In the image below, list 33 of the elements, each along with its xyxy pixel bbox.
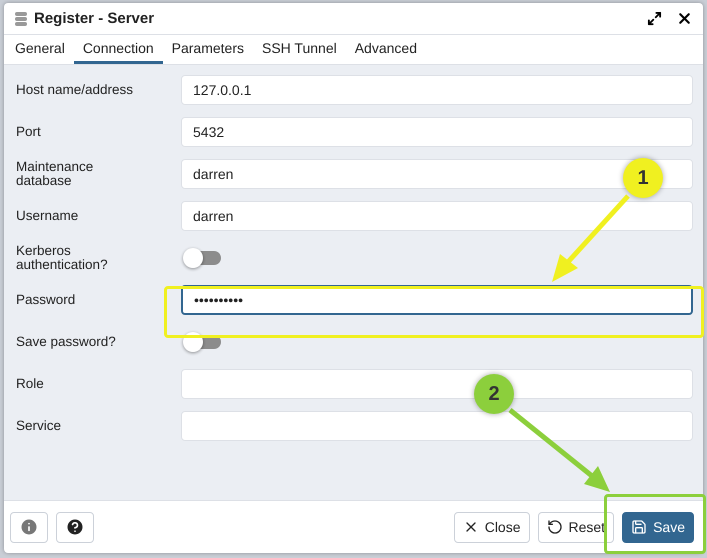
input-field[interactable]: darren [181,201,693,231]
input-field[interactable]: •••••••••• [181,285,693,315]
close-button[interactable]: Close [454,512,530,542]
field-label: Service [16,419,62,433]
tab[interactable]: General [6,35,74,64]
field-label: Role [16,377,45,391]
close-icon[interactable] [676,10,693,27]
field-label: Host name/address [16,83,134,97]
help-button[interactable] [56,512,94,542]
maximize-icon[interactable] [647,11,662,26]
reset-icon [546,519,562,535]
field-label: Kerberos authentication? [16,244,109,272]
info-button[interactable] [10,512,48,542]
input-field[interactable]: 5432 [181,117,693,147]
input-field[interactable]: 127.0.0.1 [181,75,693,105]
tab[interactable]: SSH Tunnel [253,35,346,64]
field-label: Port [16,125,42,139]
toggle-switch[interactable] [185,251,221,265]
window-title: Register - Server [34,10,156,27]
input-field[interactable] [181,369,693,399]
input-field[interactable] [181,411,693,441]
tab[interactable]: Parameters [162,35,253,64]
save-button[interactable]: Save [622,512,694,542]
tab[interactable]: Advanced [346,35,426,64]
field-label: Save password? [16,335,117,349]
reset-button[interactable]: Reset [538,512,614,542]
field-label: Maintenance database [16,160,94,188]
field-label: Username [16,209,80,223]
info-icon [19,517,39,537]
help-icon [65,517,85,537]
toggle-switch[interactable] [185,335,221,349]
database-icon [14,10,28,26]
field-label: Password [16,293,76,307]
